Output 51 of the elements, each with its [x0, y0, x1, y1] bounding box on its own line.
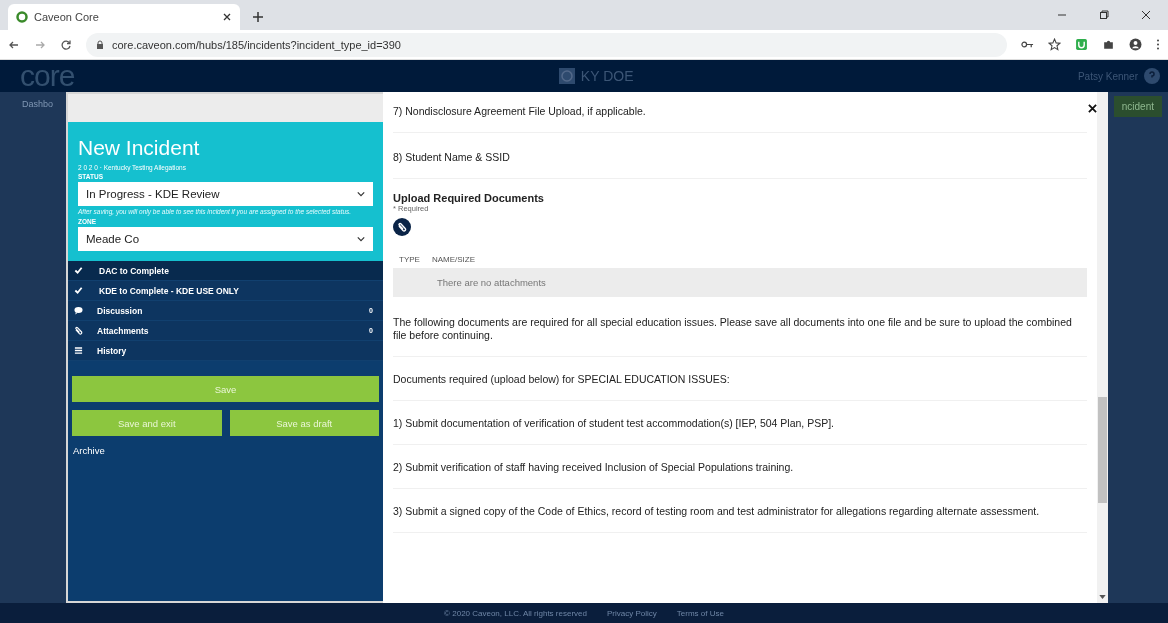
- empty-row: There are no attachments: [393, 268, 1087, 297]
- hub-name: KY DOE: [580, 68, 634, 84]
- new-tab-icon[interactable]: [252, 11, 264, 23]
- menu-icon[interactable]: [1156, 38, 1160, 51]
- restore-icon[interactable]: [1098, 9, 1110, 21]
- archive-link[interactable]: Archive: [73, 445, 105, 456]
- star-icon[interactable]: [1048, 38, 1061, 51]
- attach-button[interactable]: [393, 218, 411, 236]
- paperclip-icon: [74, 326, 83, 335]
- incident-button[interactable]: ncident: [1113, 96, 1162, 117]
- form-item: 2) Submit verification of staff having received Inclusion of Special Populations training.: [393, 456, 1087, 489]
- lock-icon: [96, 39, 104, 50]
- chat-icon: [74, 306, 83, 315]
- url-text: core.caveon.com/hubs/185/incidents?incident_type_id=390: [112, 38, 401, 51]
- footer-link[interactable]: Terms of Use: [676, 608, 724, 618]
- status-select[interactable]: In Progress - KDE Review: [78, 182, 373, 206]
- paperclip-icon: [397, 222, 407, 232]
- form-item: 3) Submit a signed copy of the Code of Ethics, record of testing room and test administrator for allegations regarding alternate assessment.: [393, 500, 1087, 533]
- form-item: The following documents are required for all special education issues. Please save all documents into one file and be sure to upload the combined file before continuing.: [393, 311, 1087, 357]
- column-header: TYPE: [399, 255, 420, 264]
- form-item: 7) Nondisclosure Agreement File Upload, if applicable.: [393, 100, 1087, 133]
- scroll-down-icon[interactable]: [1099, 595, 1106, 599]
- close-icon[interactable]: [222, 12, 232, 22]
- form-item: 1) Submit documentation of verification of student test accommodation(s) [IEP, 504 Plan, PSP].: [393, 412, 1087, 445]
- logo-icon: [16, 11, 28, 23]
- close-icon[interactable]: [1140, 9, 1152, 21]
- close-icon[interactable]: [1088, 104, 1097, 113]
- caret-icon: [357, 191, 365, 197]
- check-icon: [74, 286, 83, 295]
- incident-title: New Incident: [78, 136, 201, 160]
- form-item: Documents required (upload below) for SPECIAL EDUCATION ISSUES:: [393, 368, 1087, 401]
- address-bar[interactable]: core.caveon.com/hubs/185/incidents?incident_type_id=390: [86, 32, 1007, 57]
- check-icon: [74, 266, 83, 275]
- extension-icon[interactable]: [1075, 38, 1088, 51]
- list-icon: [74, 346, 83, 355]
- section-item[interactable]: KDE to Complete - KDE USE ONLY: [68, 281, 383, 301]
- caret-icon: [357, 236, 365, 242]
- account-icon[interactable]: [1129, 38, 1142, 51]
- footer-link[interactable]: © 2020 Caveon, LLC. All rights reserved: [444, 608, 587, 618]
- section-item[interactable]: History: [68, 341, 383, 361]
- reload-icon[interactable]: [60, 38, 72, 51]
- upload-heading: Upload Required Documents: [393, 192, 545, 204]
- form-item: 8) Student Name & SSID: [393, 146, 1087, 179]
- browser-tab[interactable]: Caveon Core: [8, 4, 240, 30]
- tab-title: Caveon Core: [34, 11, 100, 23]
- zone-select[interactable]: Meade Co: [78, 227, 373, 251]
- scrollbar-thumb[interactable]: [1098, 397, 1107, 503]
- footer-link[interactable]: Privacy Policy: [606, 608, 657, 618]
- section-item[interactable]: DAC to Complete: [68, 261, 383, 281]
- nav-link[interactable]: Dashbo: [22, 99, 54, 109]
- column-header: NAME/SIZE: [431, 255, 476, 264]
